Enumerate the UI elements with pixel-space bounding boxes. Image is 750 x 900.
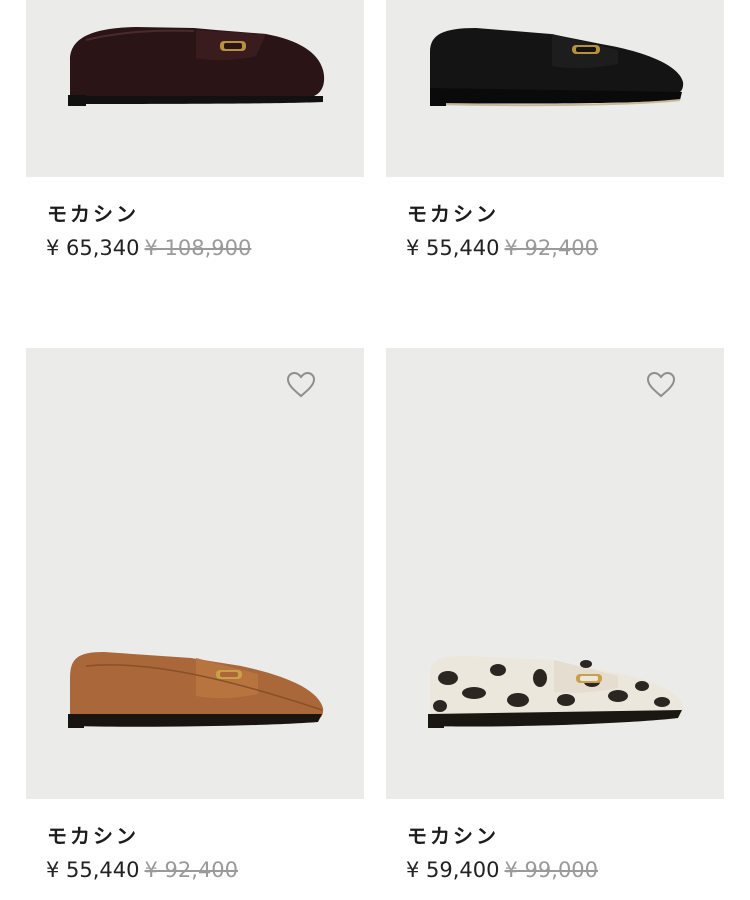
product-card[interactable]: モカシン ¥ 55,440 ¥ 92,400 xyxy=(26,348,364,900)
loafer-image xyxy=(68,27,325,106)
product-name[interactable]: モカシン xyxy=(47,820,139,849)
loafer-image xyxy=(68,652,324,728)
loafer-image xyxy=(428,656,684,728)
product-price: ¥ 55,440 ¥ 92,400 xyxy=(406,236,598,260)
product-name[interactable]: モカシン xyxy=(407,198,499,227)
loafer-image xyxy=(430,28,684,107)
sale-price: ¥ 59,400 xyxy=(406,858,500,882)
product-name[interactable]: モカシン xyxy=(407,820,499,849)
product-card[interactable]: モカシン ¥ 55,440 ¥ 92,400 xyxy=(386,0,724,300)
original-price: ¥ 92,400 xyxy=(144,858,239,882)
sale-price: ¥ 55,440 xyxy=(406,236,500,260)
product-card[interactable]: モカシン ¥ 65,340 ¥ 108,900 xyxy=(26,0,364,300)
product-image[interactable] xyxy=(386,0,724,177)
product-price: ¥ 55,440 ¥ 92,400 xyxy=(46,858,238,882)
product-price: ¥ 59,400 ¥ 99,000 xyxy=(406,858,598,882)
product-image[interactable] xyxy=(26,348,364,799)
product-price: ¥ 65,340 ¥ 108,900 xyxy=(46,236,251,260)
original-price: ¥ 99,000 xyxy=(504,858,599,882)
sale-price: ¥ 55,440 xyxy=(46,858,140,882)
product-card[interactable]: モカシン ¥ 59,400 ¥ 99,000 xyxy=(386,348,724,900)
sale-price: ¥ 65,340 xyxy=(46,236,140,260)
original-price: ¥ 92,400 xyxy=(504,236,599,260)
product-image[interactable] xyxy=(386,348,724,799)
product-name[interactable]: モカシン xyxy=(47,198,139,227)
product-image[interactable] xyxy=(26,0,364,177)
original-price: ¥ 108,900 xyxy=(144,236,252,260)
